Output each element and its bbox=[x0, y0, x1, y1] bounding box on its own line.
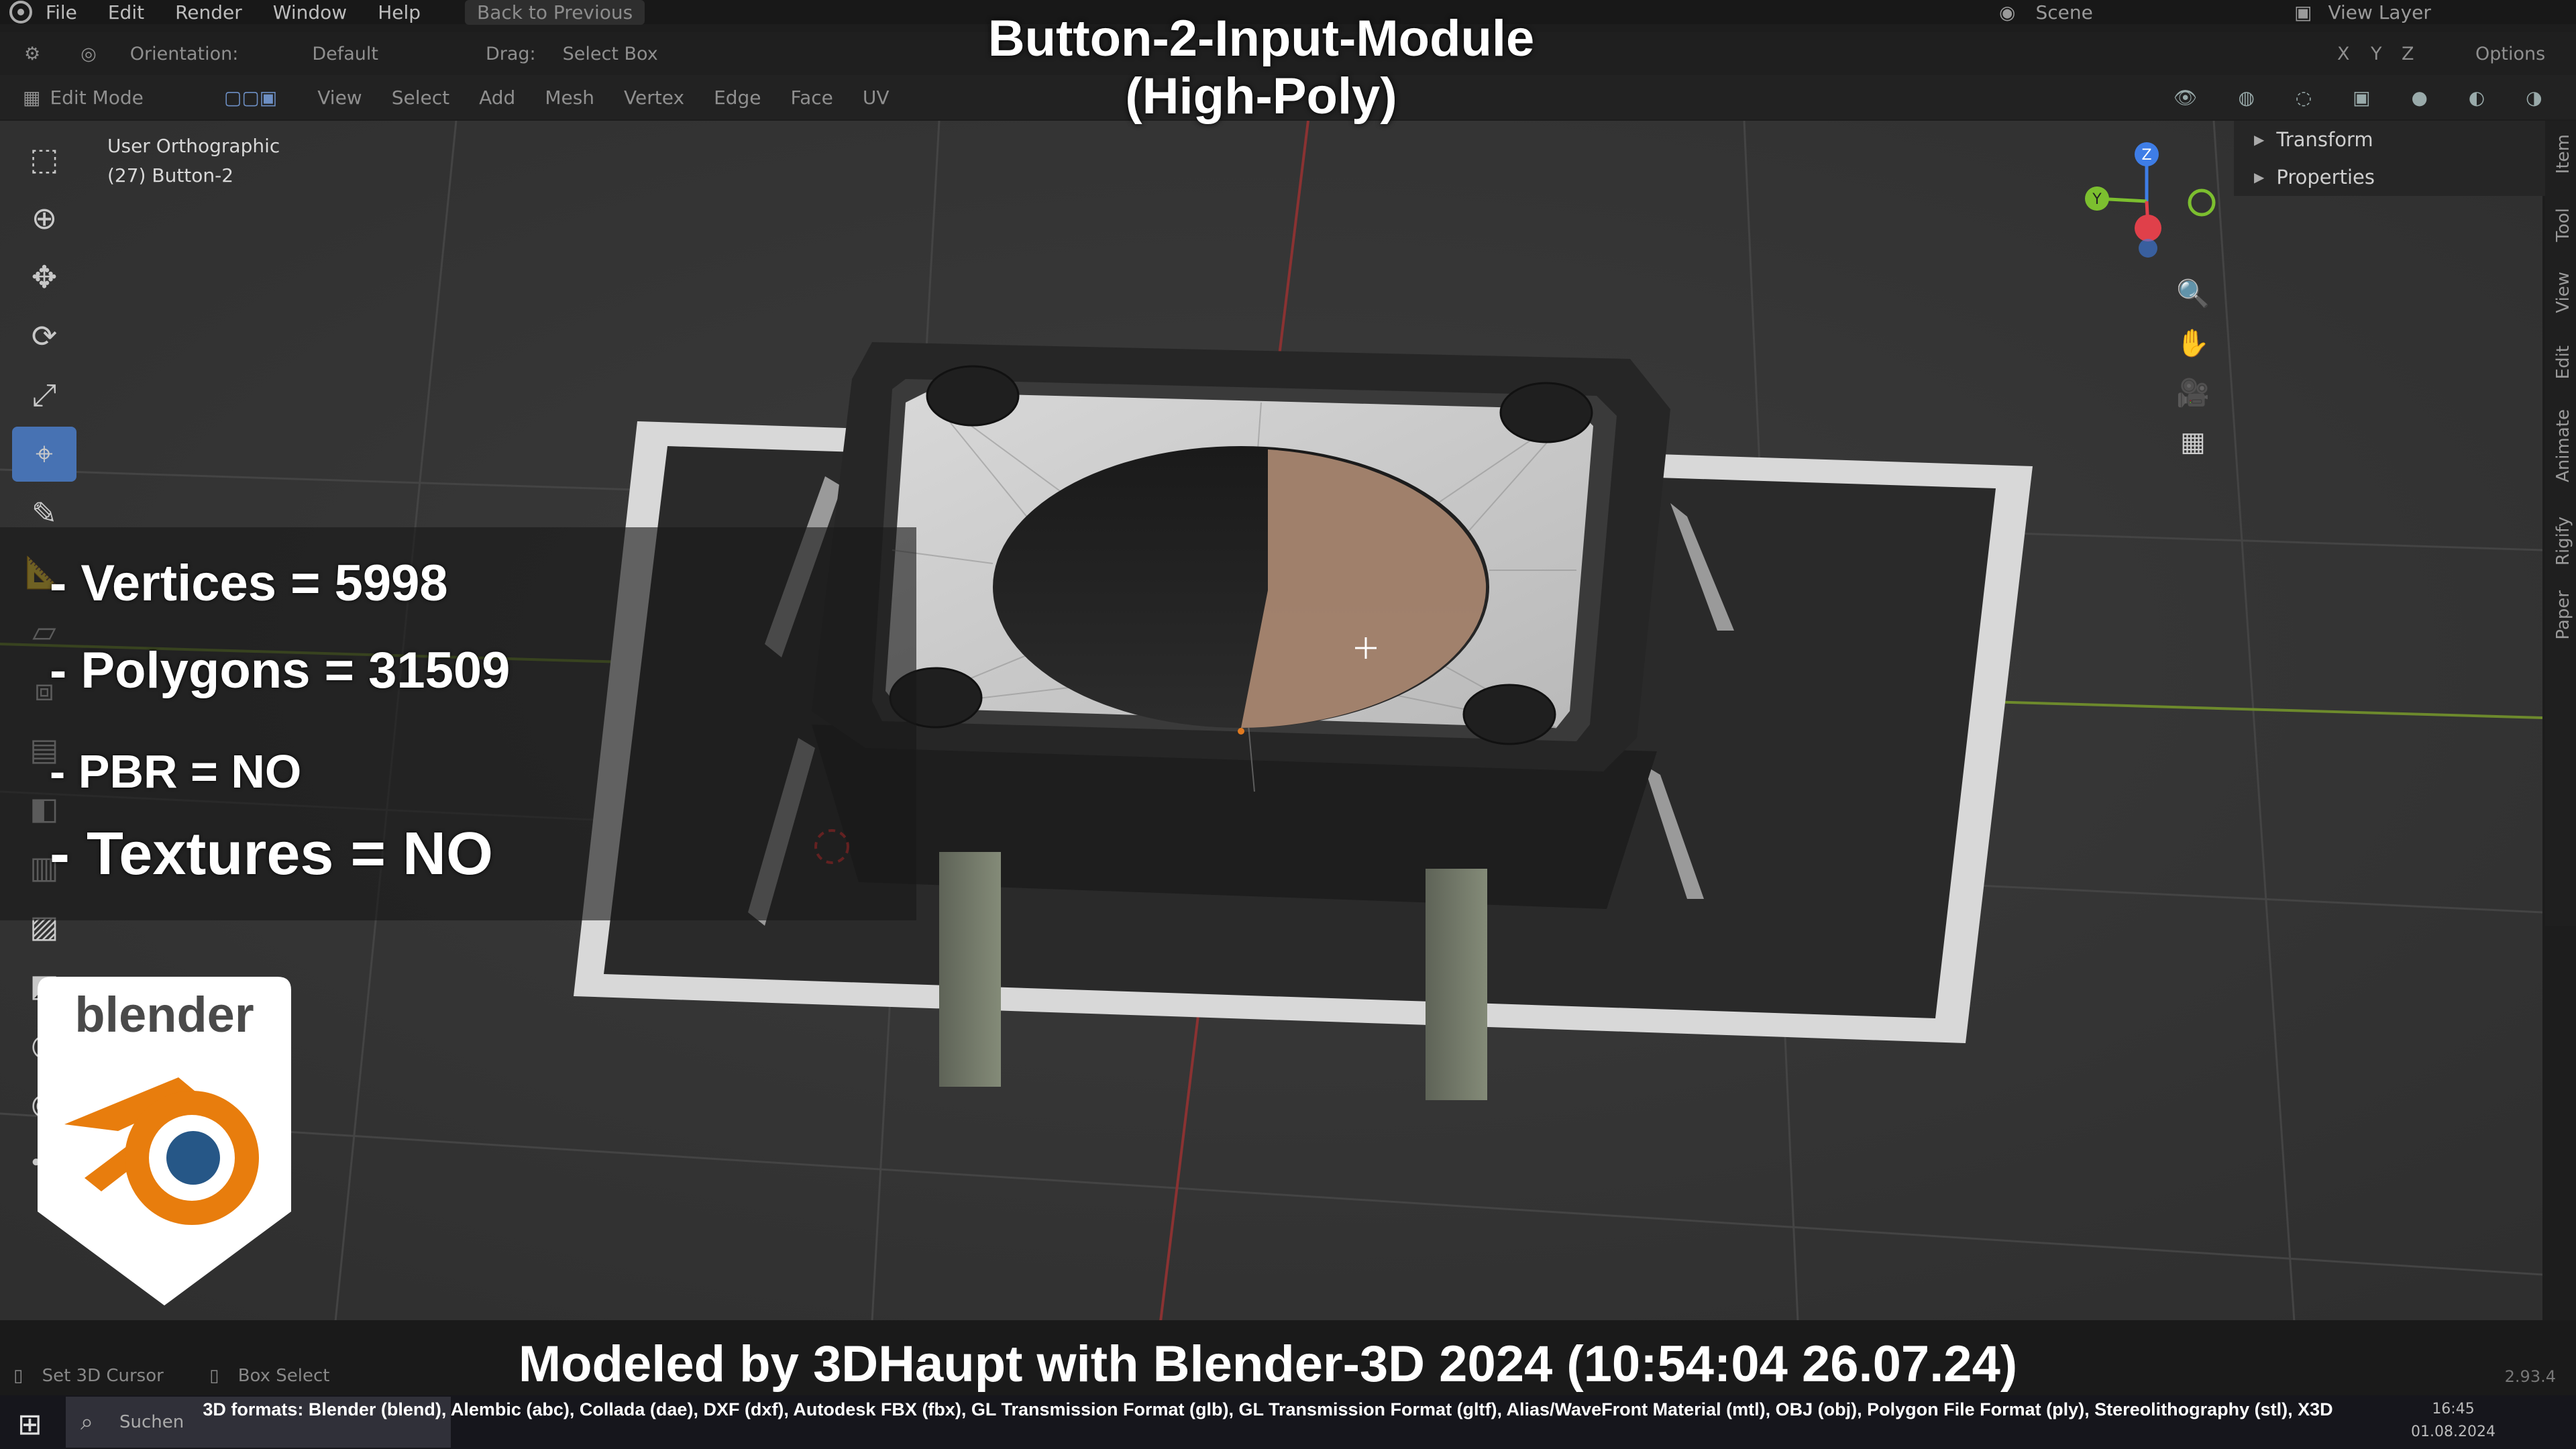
rotate-tool-icon[interactable]: ⟳ bbox=[12, 309, 76, 364]
object-origin bbox=[1238, 728, 1244, 735]
stat-vertices: - Vertices = 5998 bbox=[50, 555, 448, 612]
camera-icon[interactable]: 🎥 bbox=[2171, 368, 2215, 417]
pin-right bbox=[1426, 869, 1487, 1100]
transform-tool-icon[interactable]: ⌖ bbox=[12, 427, 76, 482]
scale-tool-icon[interactable]: ⤢ bbox=[12, 368, 76, 423]
select-box-tool-icon[interactable]: ⬚ bbox=[12, 131, 76, 186]
credit-line: Modeled by 3DHaupt with Blender-3D 2024 … bbox=[518, 1336, 2018, 1393]
blender-badge: blender bbox=[38, 977, 291, 1305]
gizmo-y-label: Y bbox=[2092, 191, 2102, 208]
gizmo-x-icon[interactable] bbox=[2135, 215, 2161, 241]
grid-icon[interactable]: ▦ bbox=[2171, 417, 2215, 467]
viewport-info: User Orthographic (27) Button-2 bbox=[107, 131, 280, 191]
sidebar-n-panel: ▶ Transform ▶ Properties bbox=[2234, 121, 2545, 196]
stat-polygons: - Polygons = 31509 bbox=[50, 642, 511, 699]
overlay-subtitle: (High-Poly) bbox=[1125, 68, 1397, 125]
formats-line: 3D formats: Blender (blend), Alembic (ab… bbox=[203, 1399, 2333, 1419]
clock-date: 01.08.2024 bbox=[2411, 1424, 2496, 1440]
active-object-name: (27) Button-2 bbox=[107, 164, 234, 186]
cursor-tool-icon[interactable]: ⊕ bbox=[12, 191, 76, 246]
view-name: User Orthographic bbox=[107, 135, 280, 157]
zoom-icon[interactable]: 🔍 bbox=[2171, 268, 2215, 318]
navigation-gizmo[interactable]: Z Y bbox=[2073, 141, 2220, 275]
stat-pbr: - PBR = NO bbox=[50, 745, 302, 798]
panel-properties[interactable]: ▶ Properties bbox=[2234, 158, 2545, 196]
pin-left bbox=[939, 852, 1001, 1087]
panel-transform-label: Transform bbox=[2276, 128, 2373, 151]
tab-view[interactable]: View bbox=[2553, 272, 2573, 313]
tab-item[interactable]: Item bbox=[2553, 134, 2573, 174]
navigation-buttons: 🔍 ✋ 🎥 ▦ bbox=[2171, 268, 2215, 467]
move-tool-icon[interactable]: ✥ bbox=[12, 250, 76, 305]
badge-text: blender bbox=[74, 987, 254, 1042]
gizmo-neg-z-icon[interactable] bbox=[2139, 239, 2157, 258]
blender-window: File Edit Render Window Help Back to Pre… bbox=[0, 0, 2576, 1449]
expand-triangle-icon: ▶ bbox=[2254, 169, 2265, 185]
tab-edit[interactable]: Edit bbox=[2553, 345, 2573, 379]
tab-paper[interactable]: Paper bbox=[2553, 590, 2573, 640]
tab-animate[interactable]: Animate bbox=[2553, 409, 2573, 482]
pan-hand-icon[interactable]: ✋ bbox=[2171, 318, 2215, 368]
expand-triangle-icon: ▶ bbox=[2254, 131, 2265, 148]
stat-textures: - Textures = NO bbox=[50, 820, 494, 888]
tab-rigify[interactable]: Rigify bbox=[2553, 517, 2573, 566]
panel-transform[interactable]: ▶ Transform bbox=[2234, 121, 2545, 158]
tab-tool[interactable]: Tool bbox=[2553, 208, 2573, 242]
gizmo-neg-y-icon[interactable] bbox=[2188, 189, 2216, 217]
gizmo-z-label: Z bbox=[2141, 147, 2151, 164]
sidebar-tabs: Item Tool View Edit Animate Rigify Paper bbox=[2545, 121, 2576, 926]
overlay-title: Button-2-Input-Module bbox=[987, 10, 1535, 67]
panel-properties-label: Properties bbox=[2276, 166, 2375, 189]
